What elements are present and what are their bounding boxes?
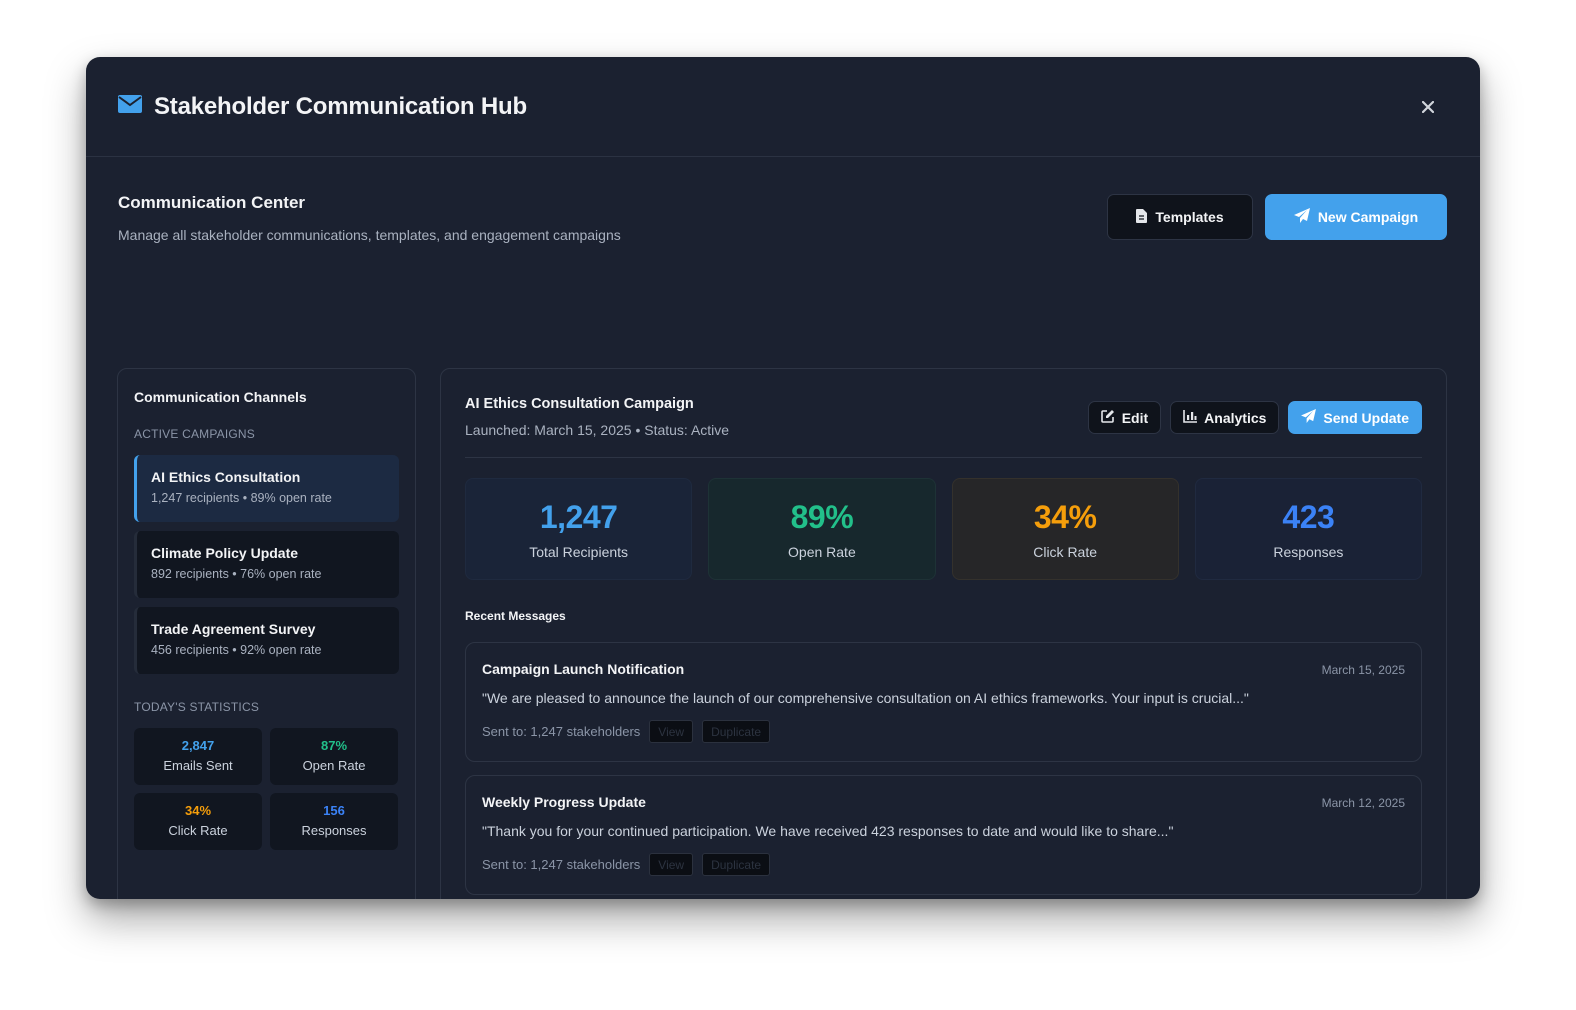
metric-value: 34% xyxy=(1033,499,1097,535)
templates-label: Templates xyxy=(1155,209,1224,225)
duplicate-button[interactable]: Duplicate xyxy=(702,853,771,876)
center-header: Communication Center Manage all stakehol… xyxy=(118,193,621,243)
message-body: "We are pleased to announce the launch o… xyxy=(482,690,1249,706)
metric-open-rate: 89% Open Rate xyxy=(708,478,936,580)
metric-value: 1,247 xyxy=(539,499,618,535)
message-title: Weekly Progress Update xyxy=(482,794,646,810)
templates-button[interactable]: Templates xyxy=(1107,194,1253,240)
close-icon[interactable] xyxy=(1416,95,1440,119)
stat-label: Emails Sent xyxy=(163,758,233,773)
metric-label: Responses xyxy=(1273,544,1344,560)
send-update-button[interactable]: Send Update xyxy=(1288,401,1422,434)
new-campaign-label: New Campaign xyxy=(1317,209,1419,225)
message-card: Weekly Progress Update March 12, 2025 "T… xyxy=(465,775,1422,895)
center-title: Communication Center xyxy=(118,193,306,212)
campaign-detail-panel: AI Ethics Consultation Campaign Launched… xyxy=(440,368,1447,899)
duplicate-button[interactable]: Duplicate xyxy=(702,720,771,743)
sidebar-title: Communication Channels xyxy=(134,389,307,405)
stat-label: Open Rate xyxy=(302,758,366,773)
envelope-icon xyxy=(118,95,142,118)
metric-click-rate: 34% Click Rate xyxy=(951,478,1179,580)
channels-sidebar: Communication Channels Active Campaigns … xyxy=(117,368,416,899)
document-icon xyxy=(1136,208,1148,226)
message-sent-to: Sent to: 1,247 stakeholders xyxy=(482,857,641,872)
stat-value: 34% xyxy=(184,803,212,818)
message-title: Campaign Launch Notification xyxy=(482,661,685,677)
edit-label: Edit xyxy=(1121,409,1149,426)
campaign-meta: 1,247 recipients • 89% open rate xyxy=(151,491,332,505)
campaign-header: AI Ethics Consultation Campaign Launched… xyxy=(465,369,1422,458)
message-sent-to: Sent to: 1,247 stakeholders xyxy=(482,724,641,739)
stat-value: 87% xyxy=(320,738,348,753)
stat-value: 2,847 xyxy=(181,738,215,753)
top-actions: Templates New Campaign xyxy=(1107,194,1447,240)
campaign-item-trade-agreement[interactable]: Trade Agreement Survey 456 recipients • … xyxy=(134,607,399,674)
metric-responses: 423 Responses xyxy=(1194,478,1422,580)
metric-label: Total Recipients xyxy=(529,544,629,560)
send-update-label: Send Update xyxy=(1323,409,1409,426)
message-footer: Sent to: 1,247 stakeholders View Duplica… xyxy=(482,720,1405,743)
message-card: Campaign Launch Notification March 15, 2… xyxy=(465,642,1422,762)
message-date: March 12, 2025 xyxy=(1321,796,1405,810)
campaign-metrics: 1,247 Total Recipients 89% Open Rate 34%… xyxy=(465,478,1422,580)
todays-statistics-label: Today's Statistics xyxy=(134,700,260,714)
metric-label: Click Rate xyxy=(1033,544,1098,560)
paper-plane-icon xyxy=(1301,409,1317,426)
stat-label: Responses xyxy=(301,823,367,838)
active-campaigns-label: Active Campaigns xyxy=(134,427,255,441)
campaign-actions: Edit Analytics Send Update xyxy=(1087,401,1422,434)
paper-plane-icon xyxy=(1293,208,1310,226)
modal-header: Stakeholder Communication Hub xyxy=(86,57,1480,157)
stats-grid: 2,847 Emails Sent 87% Open Rate 34% Clic… xyxy=(134,728,399,850)
message-footer: Sent to: 1,247 stakeholders View Duplica… xyxy=(482,853,1405,876)
campaign-name: AI Ethics Consultation xyxy=(151,469,301,485)
view-button[interactable]: View xyxy=(649,720,694,743)
edit-button[interactable]: Edit xyxy=(1087,401,1162,434)
metric-total-recipients: 1,247 Total Recipients xyxy=(465,478,693,580)
campaign-item-ai-ethics[interactable]: AI Ethics Consultation 1,247 recipients … xyxy=(134,455,399,522)
message-date: March 15, 2025 xyxy=(1321,663,1405,677)
stat-responses: 156 Responses xyxy=(270,793,398,850)
modal-title: Stakeholder Communication Hub xyxy=(154,92,527,120)
metric-value: 89% xyxy=(790,499,854,535)
campaign-name: Trade Agreement Survey xyxy=(151,621,316,637)
campaign-item-climate-policy[interactable]: Climate Policy Update 892 recipients • 7… xyxy=(134,531,399,598)
message-body: "Thank you for your continued participat… xyxy=(482,823,1174,839)
stat-label: Click Rate xyxy=(168,823,228,838)
edit-icon xyxy=(1100,409,1115,426)
campaign-meta: 456 recipients • 92% open rate xyxy=(151,643,322,657)
view-button[interactable]: View xyxy=(649,853,694,876)
stat-value: 156 xyxy=(323,803,345,818)
analytics-label: Analytics xyxy=(1204,409,1267,426)
analytics-button[interactable]: Analytics xyxy=(1170,401,1280,434)
campaign-name: Climate Policy Update xyxy=(151,545,299,561)
stat-emails-sent: 2,847 Emails Sent xyxy=(134,728,262,785)
campaign-subtitle: Launched: March 15, 2025 • Status: Activ… xyxy=(465,422,730,438)
stat-click-rate: 34% Click Rate xyxy=(134,793,262,850)
communication-hub-modal: Stakeholder Communication Hub Communicat… xyxy=(86,57,1480,899)
campaign-title: AI Ethics Consultation Campaign xyxy=(465,396,694,412)
new-campaign-button[interactable]: New Campaign xyxy=(1265,194,1447,240)
stat-open-rate: 87% Open Rate xyxy=(270,728,398,785)
bar-chart-icon xyxy=(1183,409,1198,426)
modal-title-group: Stakeholder Communication Hub xyxy=(118,93,527,121)
metric-value: 423 xyxy=(1282,499,1335,535)
recent-messages-title: Recent Messages xyxy=(465,609,566,623)
metric-label: Open Rate xyxy=(788,544,856,560)
campaign-meta: 892 recipients • 76% open rate xyxy=(151,567,322,581)
message-list: Campaign Launch Notification March 15, 2… xyxy=(465,642,1422,895)
center-subtitle: Manage all stakeholder communications, t… xyxy=(118,227,621,243)
campaign-list: AI Ethics Consultation 1,247 recipients … xyxy=(134,455,399,674)
